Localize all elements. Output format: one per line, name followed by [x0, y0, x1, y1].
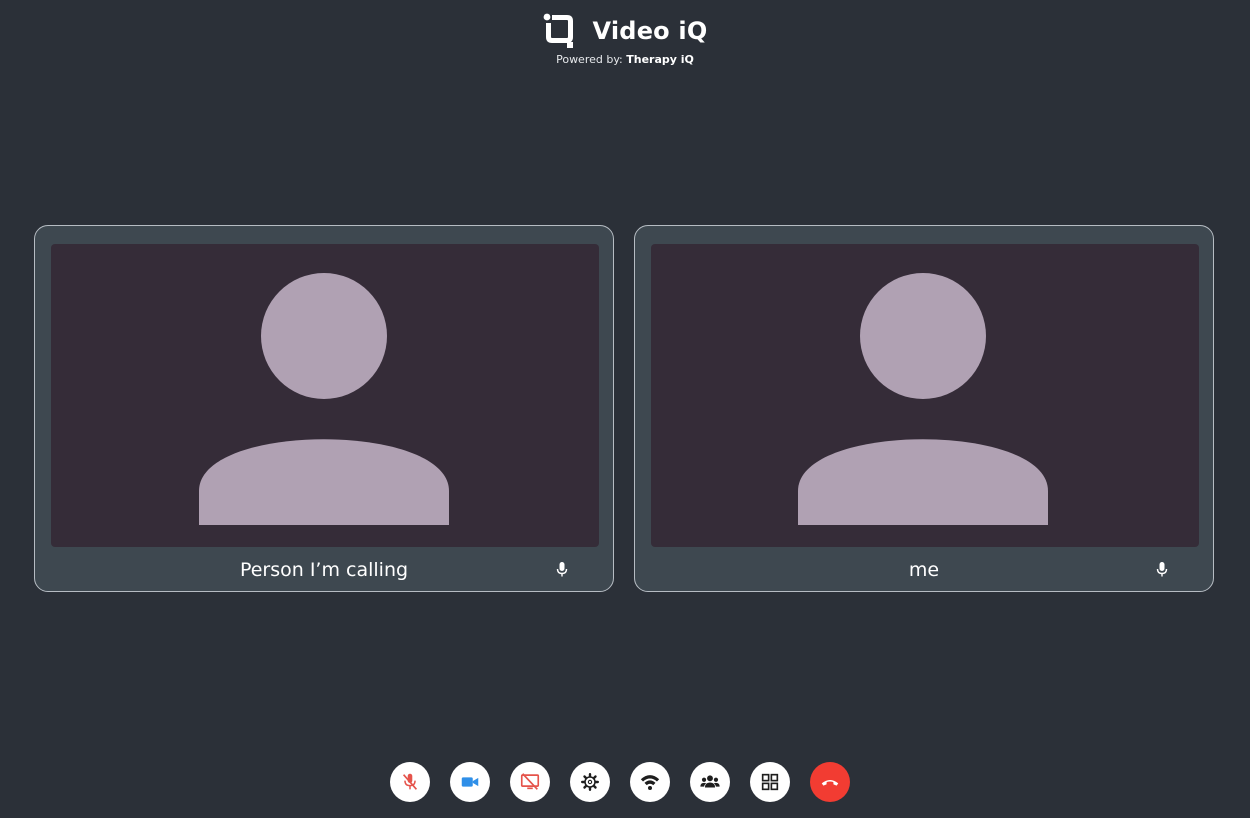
- network-button[interactable]: [630, 762, 670, 802]
- camera-button[interactable]: [450, 762, 490, 802]
- settings-button[interactable]: [570, 762, 610, 802]
- powered-by-prefix: Powered by:: [556, 53, 623, 66]
- phone-hangup-icon: [821, 779, 839, 786]
- person-placeholder-icon: [798, 273, 1048, 525]
- person-placeholder-icon: [199, 273, 449, 525]
- participant-tile-self[interactable]: me: [634, 225, 1214, 592]
- app-header: Video iQ Powered by: Therapy iQ: [0, 12, 1250, 66]
- mute-button[interactable]: [390, 762, 430, 802]
- grid-icon: [761, 773, 779, 791]
- microphone-off-icon: [402, 773, 418, 790]
- video-feed: [651, 244, 1199, 547]
- video-feed: [51, 244, 599, 547]
- participant-name: me: [908, 559, 940, 581]
- video-camera-icon: [461, 777, 479, 787]
- screen-share-off-icon: [520, 773, 540, 790]
- brand-row: Video iQ: [0, 12, 1250, 50]
- screen-share-button[interactable]: [510, 762, 550, 802]
- call-controls-toolbar: [390, 762, 850, 802]
- participants-button[interactable]: [690, 762, 730, 802]
- hang-up-button[interactable]: [810, 762, 850, 802]
- microphone-icon: [556, 562, 568, 577]
- participant-tile-remote[interactable]: Person I’m calling: [34, 225, 614, 592]
- powered-by: Powered by: Therapy iQ: [0, 53, 1250, 66]
- wifi-icon: [640, 775, 660, 790]
- powered-by-brand: Therapy iQ: [626, 53, 694, 66]
- participant-name: Person I’m calling: [239, 559, 409, 581]
- people-icon: [700, 775, 720, 788]
- layout-button[interactable]: [750, 762, 790, 802]
- app-title: Video iQ: [592, 17, 708, 45]
- iq-logo-icon: [543, 13, 573, 48]
- microphone-icon: [1156, 562, 1168, 577]
- gear-icon: [581, 773, 599, 791]
